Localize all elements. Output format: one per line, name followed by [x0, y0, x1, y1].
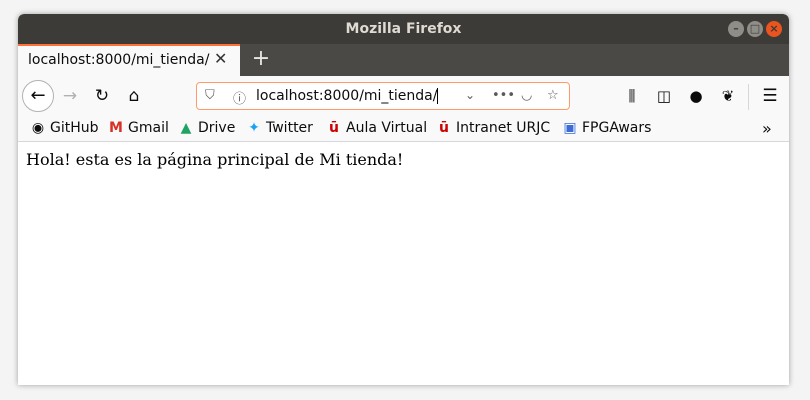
- bookmark-drive[interactable]: ▲ Drive: [178, 120, 236, 136]
- toolbar-divider: [748, 84, 749, 110]
- bookmark-github[interactable]: ◉ GitHub: [30, 120, 99, 136]
- tab-strip: localhost:8000/mi_tienda/ ✕ +: [18, 44, 789, 76]
- forward-button[interactable]: →: [56, 82, 84, 110]
- minimize-icon[interactable]: –: [728, 21, 744, 37]
- urjc-icon: ū: [439, 120, 449, 136]
- navigation-toolbar: ← → ↻ ⌂ ⛉ ⓘ localhost:8000/mi_tienda/ ⌄ …: [18, 76, 789, 116]
- bookmark-gmail[interactable]: M Gmail: [108, 120, 169, 136]
- drive-icon: ▲: [180, 120, 192, 136]
- reload-button[interactable]: ↻: [88, 82, 116, 110]
- site-info-icon[interactable]: ⓘ: [233, 88, 246, 107]
- url-dropdown-icon[interactable]: ⌄: [465, 88, 475, 102]
- browser-window: Mozilla Firefox – □ × localhost:8000/mi_…: [18, 14, 789, 385]
- github-icon: ◉: [31, 120, 45, 136]
- page-content: Hola! esta es la página principal de Mi …: [18, 142, 789, 385]
- bookmark-star-icon[interactable]: ☆: [547, 88, 559, 103]
- url-bar[interactable]: ⛉ ⓘ localhost:8000/mi_tienda/ ⌄ ••• ◡ ☆: [196, 82, 570, 110]
- new-tab-button[interactable]: +: [248, 44, 274, 76]
- tracking-protection-icon[interactable]: ⛉: [205, 88, 215, 103]
- gmail-icon: M: [109, 120, 123, 136]
- tab-title: localhost:8000/mi_tienda/: [28, 52, 210, 68]
- bookmark-aula-virtual[interactable]: ū Aula Virtual: [326, 120, 427, 136]
- url-input[interactable]: localhost:8000/mi_tienda/: [256, 88, 439, 104]
- page-actions-icon[interactable]: •••: [492, 88, 515, 103]
- back-button[interactable]: ←: [22, 80, 54, 112]
- menu-icon[interactable]: ☰: [756, 82, 784, 110]
- bookmark-intranet-urjc[interactable]: ū Intranet URJC: [436, 120, 550, 136]
- close-window-icon[interactable]: ×: [766, 21, 782, 37]
- account-icon[interactable]: ●: [682, 82, 710, 110]
- fpgawars-icon: ▣: [563, 120, 577, 136]
- bookmark-fpgawars[interactable]: ▣ FPGAwars: [562, 120, 651, 136]
- pocket-icon[interactable]: ◡: [521, 88, 532, 103]
- bookmark-twitter[interactable]: ✦ Twitter: [246, 120, 313, 136]
- twitter-icon: ✦: [248, 120, 260, 136]
- tab-close-icon[interactable]: ✕: [214, 49, 227, 68]
- window-title: Mozilla Firefox: [345, 21, 462, 37]
- library-icon[interactable]: ⫼: [618, 82, 646, 110]
- maximize-icon[interactable]: □: [747, 21, 763, 37]
- title-bar: Mozilla Firefox – □ ×: [18, 14, 789, 44]
- extension-icon[interactable]: ❦: [714, 82, 742, 110]
- urjc-icon: ū: [329, 120, 339, 136]
- sidebar-icon[interactable]: ◫: [650, 82, 678, 110]
- bookmarks-overflow-icon[interactable]: »: [762, 119, 772, 138]
- bookmarks-toolbar: ◉ GitHub M Gmail ▲ Drive ✦ Twitter ū Aula Vir…: [18, 116, 789, 142]
- tab-active[interactable]: localhost:8000/mi_tienda/ ✕: [18, 44, 240, 76]
- home-button[interactable]: ⌂: [120, 82, 148, 110]
- page-text: Hola! esta es la página principal de Mi …: [26, 150, 404, 169]
